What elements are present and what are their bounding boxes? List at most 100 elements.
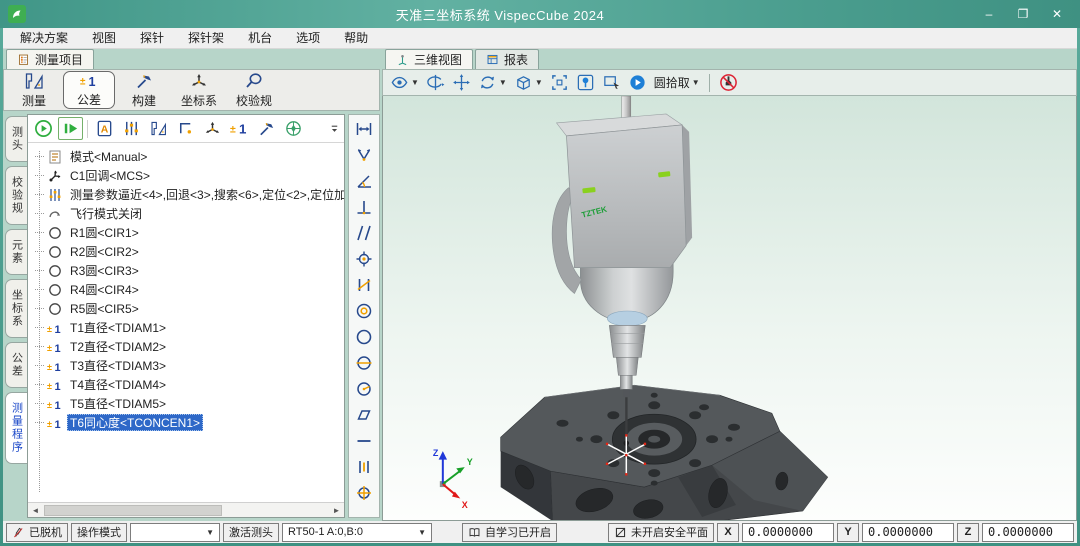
side-tab-gauge[interactable]: 校验规: [5, 166, 27, 225]
scrollbar-thumb[interactable]: [44, 505, 222, 516]
operation-mode-select[interactable]: ▼: [130, 523, 220, 542]
tree-item-circle[interactable]: R2圆<CIR2>: [33, 242, 344, 261]
menu-view[interactable]: 视图: [81, 29, 127, 47]
distance-icon[interactable]: [352, 118, 376, 140]
measure-tools-icon: [149, 119, 168, 138]
parallelism-icon[interactable]: [352, 222, 376, 244]
angle-icon[interactable]: [352, 170, 376, 192]
side-tab-strip: 测头 校验规 元素 坐标系 公差 测量程序: [5, 114, 27, 518]
side-tab-measure-program[interactable]: 测量程序: [5, 392, 27, 464]
offline-status: 已脱机: [6, 523, 68, 542]
chevron-down-icon: ▼: [206, 528, 214, 537]
category-gauge-button[interactable]: 校验规: [228, 71, 280, 109]
pan-button[interactable]: [451, 71, 472, 94]
locate-button[interactable]: [575, 71, 596, 94]
eye-button[interactable]: ▼: [389, 71, 420, 94]
orbit-button[interactable]: [425, 71, 446, 94]
probe-path-button[interactable]: [281, 117, 306, 140]
tab-3d-view[interactable]: 三维视图: [385, 49, 473, 69]
tree-item-tolerance[interactable]: T5直径<TDIAM5>: [33, 394, 344, 413]
hammer-button[interactable]: [254, 117, 279, 140]
cylindricity-icon[interactable]: [352, 352, 376, 374]
tree-item-tolerance[interactable]: T4直径<TDIAM4>: [33, 375, 344, 394]
tolerance-item-icon: [47, 339, 63, 355]
runout-icon[interactable]: [352, 378, 376, 400]
minimize-button[interactable]: –: [974, 4, 1004, 24]
flatness-icon[interactable]: [352, 404, 376, 426]
3d-viewport[interactable]: TZTEK: [382, 96, 1077, 521]
menu-machine[interactable]: 机台: [237, 29, 283, 47]
tree-item-tolerance[interactable]: T3直径<TDIAM3>: [33, 356, 344, 375]
position-target-icon[interactable]: [352, 248, 376, 270]
measure-tools-button[interactable]: [146, 117, 171, 140]
safety-plane-status[interactable]: 未开启安全平面: [608, 523, 714, 542]
tree-item-tolerance[interactable]: T2直径<TDIAM2>: [33, 337, 344, 356]
chevron-down-icon: ▼: [418, 528, 426, 537]
menu-probe-rack[interactable]: 探针架: [177, 29, 235, 47]
tree-item-circle[interactable]: R1圆<CIR1>: [33, 223, 344, 242]
tree-item-fly-mode[interactable]: 飞行模式关闭: [33, 204, 344, 223]
tree-item-circle[interactable]: R5圆<CIR5>: [33, 299, 344, 318]
category-coordinate-system-button[interactable]: 坐标系: [173, 71, 225, 109]
circle-pick-button[interactable]: 圆拾取▼: [653, 71, 701, 94]
tolerance-small-button[interactable]: [227, 117, 252, 140]
tree-item-tolerance-selected[interactable]: T6同心度<TCONCEN1>: [33, 413, 344, 432]
toolbar-overflow-button[interactable]: [327, 120, 341, 138]
probe-disable-button[interactable]: [718, 71, 739, 94]
parameters-button[interactable]: [119, 117, 144, 140]
self-learning-status[interactable]: 自学习已开启: [462, 523, 557, 542]
angle-between-icon[interactable]: [352, 144, 376, 166]
measurement-project-panel: 测量项目 测量 公差 构建: [3, 49, 380, 521]
z-coordinate-label: Z: [957, 523, 979, 542]
category-construct-button[interactable]: 构建: [118, 71, 170, 109]
tab-measurement-project[interactable]: 测量项目: [6, 49, 94, 69]
tree-item-tolerance[interactable]: T1直径<TDIAM1>: [33, 318, 344, 337]
side-tab-coordinate-system[interactable]: 坐标系: [5, 279, 27, 338]
circularity-icon[interactable]: [352, 326, 376, 348]
eye-icon: [390, 73, 409, 92]
angularity-icon[interactable]: [352, 274, 376, 296]
tree-item-circle[interactable]: R4圆<CIR4>: [33, 280, 344, 299]
menu-solution[interactable]: 解决方案: [9, 29, 79, 47]
fit-view-button[interactable]: [549, 71, 570, 94]
y-axis-label: Y: [467, 457, 473, 467]
category-measure-button[interactable]: 测量: [8, 71, 60, 109]
corner-button[interactable]: [173, 117, 198, 140]
tab-report[interactable]: 报表: [475, 49, 539, 69]
category-tolerance-button[interactable]: 公差: [63, 71, 115, 109]
cube-view-button[interactable]: ▼: [513, 71, 544, 94]
active-probe-select[interactable]: RT50-1 A:0,B:0 ▼: [282, 523, 432, 542]
axis-triad: Z Y X: [433, 448, 473, 510]
tree-item-mode[interactable]: 模式<Manual>: [33, 147, 344, 166]
rotate-button[interactable]: ▼: [477, 71, 508, 94]
tree-item-circle[interactable]: R3圆<CIR3>: [33, 261, 344, 280]
maximize-button[interactable]: ❐: [1008, 4, 1038, 24]
axes-button[interactable]: [200, 117, 225, 140]
tolerance-small-icon: [230, 119, 249, 138]
side-tab-elements[interactable]: 元素: [5, 229, 27, 275]
auto-text-button[interactable]: [92, 117, 117, 140]
probe-path-icon: [284, 119, 303, 138]
run-button[interactable]: [31, 117, 56, 140]
menu-help[interactable]: 帮助: [333, 29, 379, 47]
concentricity-icon[interactable]: [352, 300, 376, 322]
menu-probe[interactable]: 探针: [129, 29, 175, 47]
side-tab-tolerance[interactable]: 公差: [5, 342, 27, 388]
step-run-button[interactable]: [58, 117, 83, 140]
menu-options[interactable]: 选项: [285, 29, 331, 47]
tree-item-parameters[interactable]: 测量参数逼近<4>,回退<3>,搜索<6>,定位<2>,定位加<2>,测: [33, 185, 344, 204]
straightness-icon[interactable]: [352, 430, 376, 452]
close-button[interactable]: ✕: [1042, 4, 1072, 24]
scroll-left-icon[interactable]: ◄: [29, 506, 42, 515]
active-probe-label: 激活测头: [223, 523, 279, 542]
perpendicularity-icon[interactable]: [352, 196, 376, 218]
position-icon[interactable]: [352, 482, 376, 504]
symmetry-icon[interactable]: [352, 456, 376, 478]
side-tab-probe[interactable]: 测头: [5, 116, 27, 162]
horizontal-scrollbar[interactable]: ◄ ►: [28, 502, 344, 517]
window-select-button[interactable]: [601, 71, 622, 94]
scroll-right-icon[interactable]: ►: [330, 506, 343, 515]
tree-item-recall[interactable]: C1回调<MCS>: [33, 166, 344, 185]
play-view-button[interactable]: [627, 71, 648, 94]
corner-icon: [176, 119, 195, 138]
